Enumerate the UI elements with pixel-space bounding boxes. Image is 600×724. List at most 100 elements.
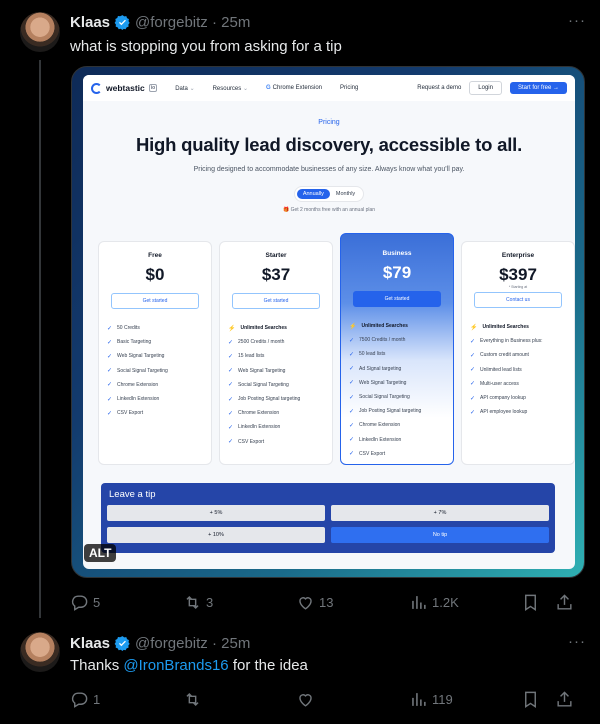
alt-text-badge[interactable]: ALT	[84, 544, 117, 562]
bookmark-icon	[525, 691, 536, 708]
tweet-image[interactable]: webtastic io Data ⌄ Resources ⌄ G Chrome …	[71, 66, 585, 578]
feature-list: ⚡ Unlimited Searches ✓ 2500 Credits / mont…	[228, 321, 324, 449]
check-icon: ✓	[349, 422, 355, 429]
feature-item: ✓ API employee lookup	[470, 409, 528, 416]
tip-title: Leave a tip	[109, 489, 156, 500]
feature-item: ✓ Job Posting Signal targeting	[349, 408, 422, 415]
author-name[interactable]: Klaas	[70, 635, 110, 652]
lightning-icon: ⚡	[228, 325, 236, 332]
separator-dot: ·	[207, 13, 222, 31]
tip-7-button: + 7%	[331, 505, 549, 521]
plan-name: Business	[382, 250, 412, 257]
tip-5-button: + 5%	[107, 505, 325, 521]
check-icon: ✓	[470, 338, 476, 345]
check-icon: ✓	[349, 366, 355, 373]
get-started-button: Get started	[231, 293, 321, 309]
tweet-header: Klaas @forgebitz · 25m	[70, 11, 250, 33]
check-icon: ✓	[228, 368, 234, 375]
tweet-header: Klaas @forgebitz · 25m	[70, 632, 250, 654]
mention-link[interactable]: @IronBrands16	[123, 657, 228, 674]
check-icon: ✓	[349, 351, 355, 358]
feature-item: ✓ Web Signal Targeting	[228, 367, 286, 375]
get-started-button: Get started	[110, 293, 200, 309]
check-icon: ✓	[470, 409, 476, 416]
tweet-time[interactable]: 25m	[221, 14, 250, 31]
check-icon: ✓	[349, 394, 355, 401]
feature-item: ✓ LinkedIn Extension	[107, 396, 160, 403]
check-icon: ✓	[349, 437, 355, 444]
heart-icon	[299, 596, 312, 610]
more-options-icon[interactable]: ···	[568, 12, 586, 29]
toggle-monthly: Monthly	[335, 191, 356, 197]
plan-name: Starter	[265, 252, 287, 259]
brand-tag: io	[148, 84, 158, 92]
feature-highlight: ⚡ Unlimited Searches	[470, 324, 529, 331]
starting-at-note: * Starting at	[508, 285, 528, 289]
check-icon: ✓	[228, 353, 234, 360]
separator-dot: ·	[207, 634, 222, 652]
bookmark-icon	[525, 594, 536, 611]
check-icon: ✓	[107, 339, 113, 346]
share-icon	[557, 593, 572, 610]
contact-us-button: Contact us	[473, 292, 563, 308]
check-icon: ✓	[470, 367, 476, 374]
share-button[interactable]	[555, 593, 574, 612]
check-icon: ✓	[107, 325, 113, 332]
feature-item: ✓ Chrome Extension	[107, 381, 159, 389]
feature-item: ✓ Social Signal Targeting	[107, 367, 168, 375]
verified-badge-icon	[114, 14, 131, 31]
feature-item: ✓ CSV Export	[107, 410, 144, 417]
tweet-text: Thanks @IronBrands16 for the idea	[70, 657, 308, 674]
plan-card-starter: Starter $37 Get started ⚡ Unlimited Searc…	[219, 241, 333, 465]
feature-item: ✓ 7500 Credits / month	[349, 337, 406, 344]
retweet-button[interactable]	[183, 690, 296, 709]
views-button[interactable]: 119	[409, 690, 521, 709]
author-name[interactable]: Klaas	[70, 14, 110, 31]
check-icon: ✓	[107, 382, 113, 389]
reply-button[interactable]: 1	[70, 690, 183, 709]
page-title: High quality lead discovery, accessible …	[135, 134, 523, 155]
avatar[interactable]	[20, 632, 60, 672]
check-icon: ✓	[228, 410, 234, 417]
share-icon	[557, 690, 572, 707]
author-handle[interactable]: @forgebitz	[135, 14, 208, 31]
views-button[interactable]: 1.2K	[409, 593, 521, 612]
reply-button[interactable]: 5	[70, 593, 183, 612]
retweet-button[interactable]: 3	[183, 593, 296, 612]
billing-toggle: Annually Monthly	[293, 186, 365, 202]
chevron-down-icon: ⌄	[189, 85, 195, 92]
author-handle[interactable]: @forgebitz	[135, 635, 208, 652]
bookmark-button[interactable]	[521, 593, 555, 612]
plan-price: $37	[261, 265, 291, 284]
check-icon: ✓	[107, 368, 113, 375]
plan-name: Enterprise	[501, 252, 535, 259]
check-icon: ✓	[107, 410, 113, 417]
share-button[interactable]	[555, 690, 574, 709]
nav-data: Data ⌄	[175, 85, 195, 92]
bookmark-button[interactable]	[521, 690, 555, 709]
tip-panel: Leave a tip + 5% + 7% + 10% No tip	[101, 483, 555, 553]
like-button[interactable]: 13	[296, 593, 409, 612]
check-icon: ✓	[349, 451, 355, 458]
check-icon: ✓	[228, 339, 234, 346]
feature-item: ✓ Unlimited lead lists	[470, 366, 522, 374]
feature-item: ✓ Chrome Extension	[349, 422, 401, 429]
like-button[interactable]	[296, 690, 409, 709]
pricing-page-screenshot: webtastic io Data ⌄ Resources ⌄ G Chrome …	[83, 75, 575, 569]
pricing-cards: Free $0 Get started ✓ 50 Credits ✓ Basic T…	[98, 233, 575, 465]
avatar[interactable]	[20, 12, 60, 52]
check-icon: ✓	[470, 381, 476, 388]
reply-icon	[71, 594, 88, 611]
retweet-icon	[186, 692, 199, 706]
reply-icon	[71, 691, 88, 708]
tweet-time[interactable]: 25m	[221, 635, 250, 652]
plan-price: $79	[382, 263, 412, 282]
no-tip-button: No tip	[331, 527, 549, 543]
feature-item: ✓ Custom credit amount	[470, 352, 529, 359]
more-options-icon[interactable]: ···	[568, 633, 586, 650]
feature-item: ✓ 15 lead lists	[228, 353, 265, 360]
toggle-annually: Annually	[296, 189, 330, 199]
feature-item: ✓ 2500 Credits / month	[228, 339, 285, 346]
feature-item: ✓ 50 Credits	[107, 325, 140, 332]
nav-resources: Resources ⌄	[212, 85, 248, 92]
